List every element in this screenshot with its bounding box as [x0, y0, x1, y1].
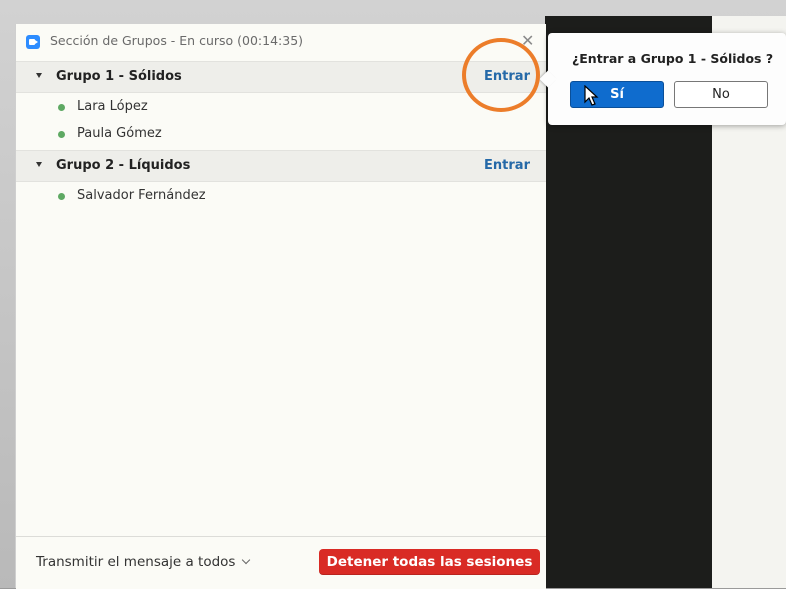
member-item: Paula Gómez	[16, 123, 546, 147]
popup-question: ¿Entrar a Grupo 1 - Sólidos ?	[572, 51, 774, 66]
member-name: Salvador Fernández	[77, 188, 206, 203]
no-button[interactable]: No	[674, 81, 768, 108]
breakout-rooms-window: Sección de Grupos - En curso (00:14:35) …	[15, 24, 546, 589]
broadcast-message-dropdown[interactable]: Transmitir el mensaje a todos	[36, 554, 251, 570]
highlight-circle	[462, 38, 540, 112]
title-bar: Sección de Grupos - En curso (00:14:35) …	[16, 24, 546, 60]
member-name: Lara López	[77, 99, 148, 114]
caret-down-icon[interactable]	[36, 162, 42, 167]
broadcast-label: Transmitir el mensaje a todos	[36, 554, 236, 570]
zoom-app-icon	[26, 35, 40, 49]
group-name: Grupo 2 - Líquidos	[56, 158, 191, 173]
mouse-cursor-icon	[584, 85, 599, 106]
join-group-popup: ¿Entrar a Grupo 1 - Sólidos ? Sí No	[539, 33, 786, 125]
online-status-icon	[58, 104, 65, 111]
footer-bar: Transmitir el mensaje a todos Detener to…	[16, 536, 546, 589]
member-item: Lara López	[16, 96, 546, 120]
window-title: Sección de Grupos - En curso (00:14:35)	[50, 33, 304, 48]
online-status-icon	[58, 193, 65, 200]
enter-group-2-link[interactable]: Entrar	[484, 158, 530, 173]
online-status-icon	[58, 131, 65, 138]
member-name: Paula Gómez	[77, 126, 162, 141]
stop-all-sessions-button[interactable]: Detener todas las sesiones	[319, 549, 540, 575]
group-row-2[interactable]: Grupo 2 - Líquidos Entrar	[16, 150, 546, 182]
caret-down-icon[interactable]	[36, 73, 42, 78]
member-item: Salvador Fernández	[16, 185, 546, 209]
chevron-down-icon	[242, 555, 251, 565]
group-name: Grupo 1 - Sólidos	[56, 69, 182, 84]
